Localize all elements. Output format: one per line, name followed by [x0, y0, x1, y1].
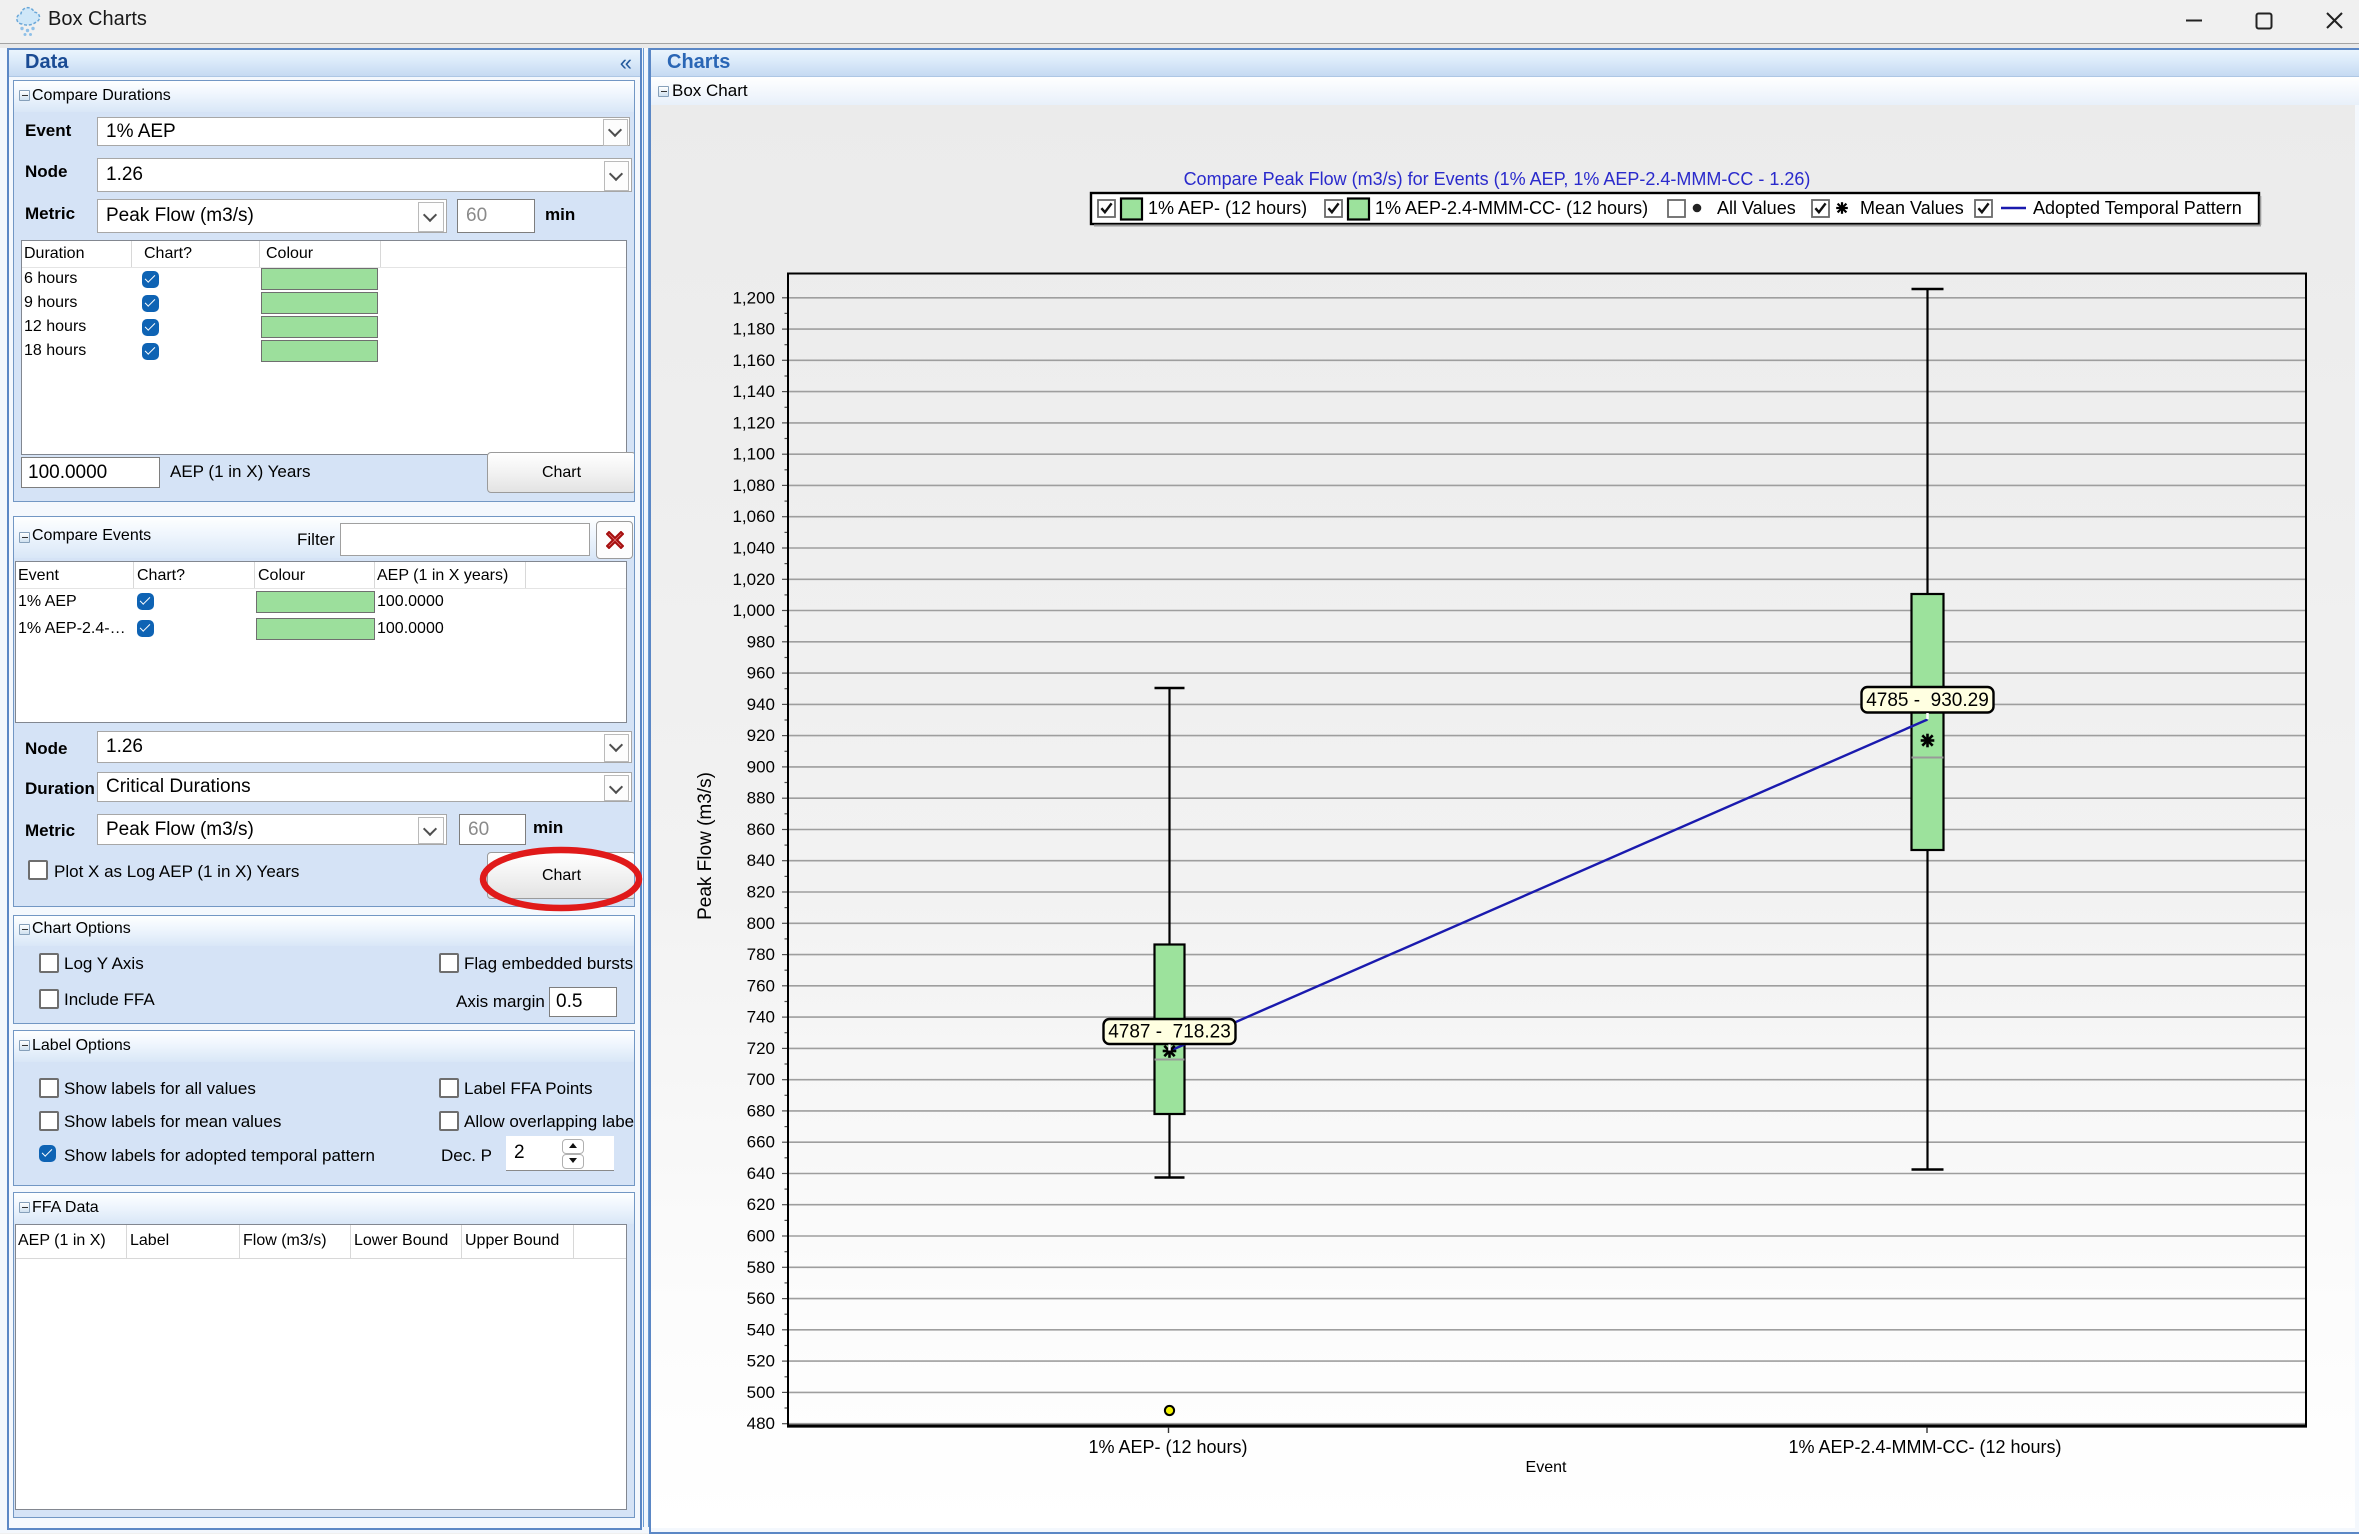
svg-text:Compare Peak Flow (m3/s) for E: Compare Peak Flow (m3/s) for Events (1% … — [1184, 169, 1811, 189]
svg-text:1% AEP- (12 hours): 1% AEP- (12 hours) — [1148, 198, 1307, 218]
svg-text:760: 760 — [747, 976, 775, 995]
svg-text:1,040: 1,040 — [732, 539, 775, 558]
svg-text:4785 - 930.29: 4785 - 930.29 — [1866, 690, 1989, 711]
svg-text:620: 620 — [747, 1195, 775, 1214]
svg-text:1% AEP-2.4-MMM-CC- (12 hours): 1% AEP-2.4-MMM-CC- (12 hours) — [1375, 198, 1648, 218]
svg-text:900: 900 — [747, 757, 775, 776]
svg-text:960: 960 — [747, 664, 775, 683]
svg-text:780: 780 — [747, 945, 775, 964]
svg-text:600: 600 — [747, 1227, 775, 1246]
svg-text:560: 560 — [747, 1289, 775, 1308]
svg-text:640: 640 — [747, 1164, 775, 1183]
svg-text:800: 800 — [747, 914, 775, 933]
svg-text:920: 920 — [747, 726, 775, 745]
svg-text:720: 720 — [747, 1039, 775, 1058]
svg-text:1,160: 1,160 — [732, 351, 775, 370]
svg-text:1,200: 1,200 — [732, 288, 775, 307]
svg-text:1% AEP- (12 hours): 1% AEP- (12 hours) — [1088, 1437, 1247, 1457]
svg-text:1,060: 1,060 — [732, 507, 775, 526]
svg-text:Peak Flow (m3/s): Peak Flow (m3/s) — [695, 772, 716, 920]
svg-text:520: 520 — [747, 1352, 775, 1371]
svg-text:860: 860 — [747, 820, 775, 839]
svg-text:740: 740 — [747, 1008, 775, 1027]
svg-text:Event: Event — [1526, 1459, 1567, 1476]
svg-text:Mean Values: Mean Values — [1860, 198, 1964, 218]
svg-text:1,080: 1,080 — [732, 476, 775, 495]
svg-text:1,120: 1,120 — [732, 413, 775, 432]
svg-text:All Values: All Values — [1717, 198, 1796, 218]
svg-text:1,140: 1,140 — [732, 382, 775, 401]
svg-text:820: 820 — [747, 883, 775, 902]
svg-text:940: 940 — [747, 695, 775, 714]
svg-text:580: 580 — [747, 1258, 775, 1277]
svg-text:680: 680 — [747, 1101, 775, 1120]
svg-text:1% AEP-2.4-MMM-CC- (12 hours): 1% AEP-2.4-MMM-CC- (12 hours) — [1788, 1437, 2061, 1457]
svg-text:880: 880 — [747, 789, 775, 808]
svg-text:Adopted Temporal Pattern: Adopted Temporal Pattern — [2033, 198, 2242, 218]
svg-text:660: 660 — [747, 1133, 775, 1152]
svg-text:1,020: 1,020 — [732, 570, 775, 589]
svg-text:4787 - 718.23: 4787 - 718.23 — [1108, 1022, 1231, 1043]
svg-text:980: 980 — [747, 632, 775, 651]
svg-text:480: 480 — [747, 1414, 775, 1433]
svg-text:1,180: 1,180 — [732, 320, 775, 339]
svg-text:500: 500 — [747, 1383, 775, 1402]
svg-text:840: 840 — [747, 851, 775, 870]
svg-text:700: 700 — [747, 1070, 775, 1089]
svg-text:1,000: 1,000 — [732, 601, 775, 620]
svg-text:540: 540 — [747, 1320, 775, 1339]
svg-text:1,100: 1,100 — [732, 445, 775, 464]
